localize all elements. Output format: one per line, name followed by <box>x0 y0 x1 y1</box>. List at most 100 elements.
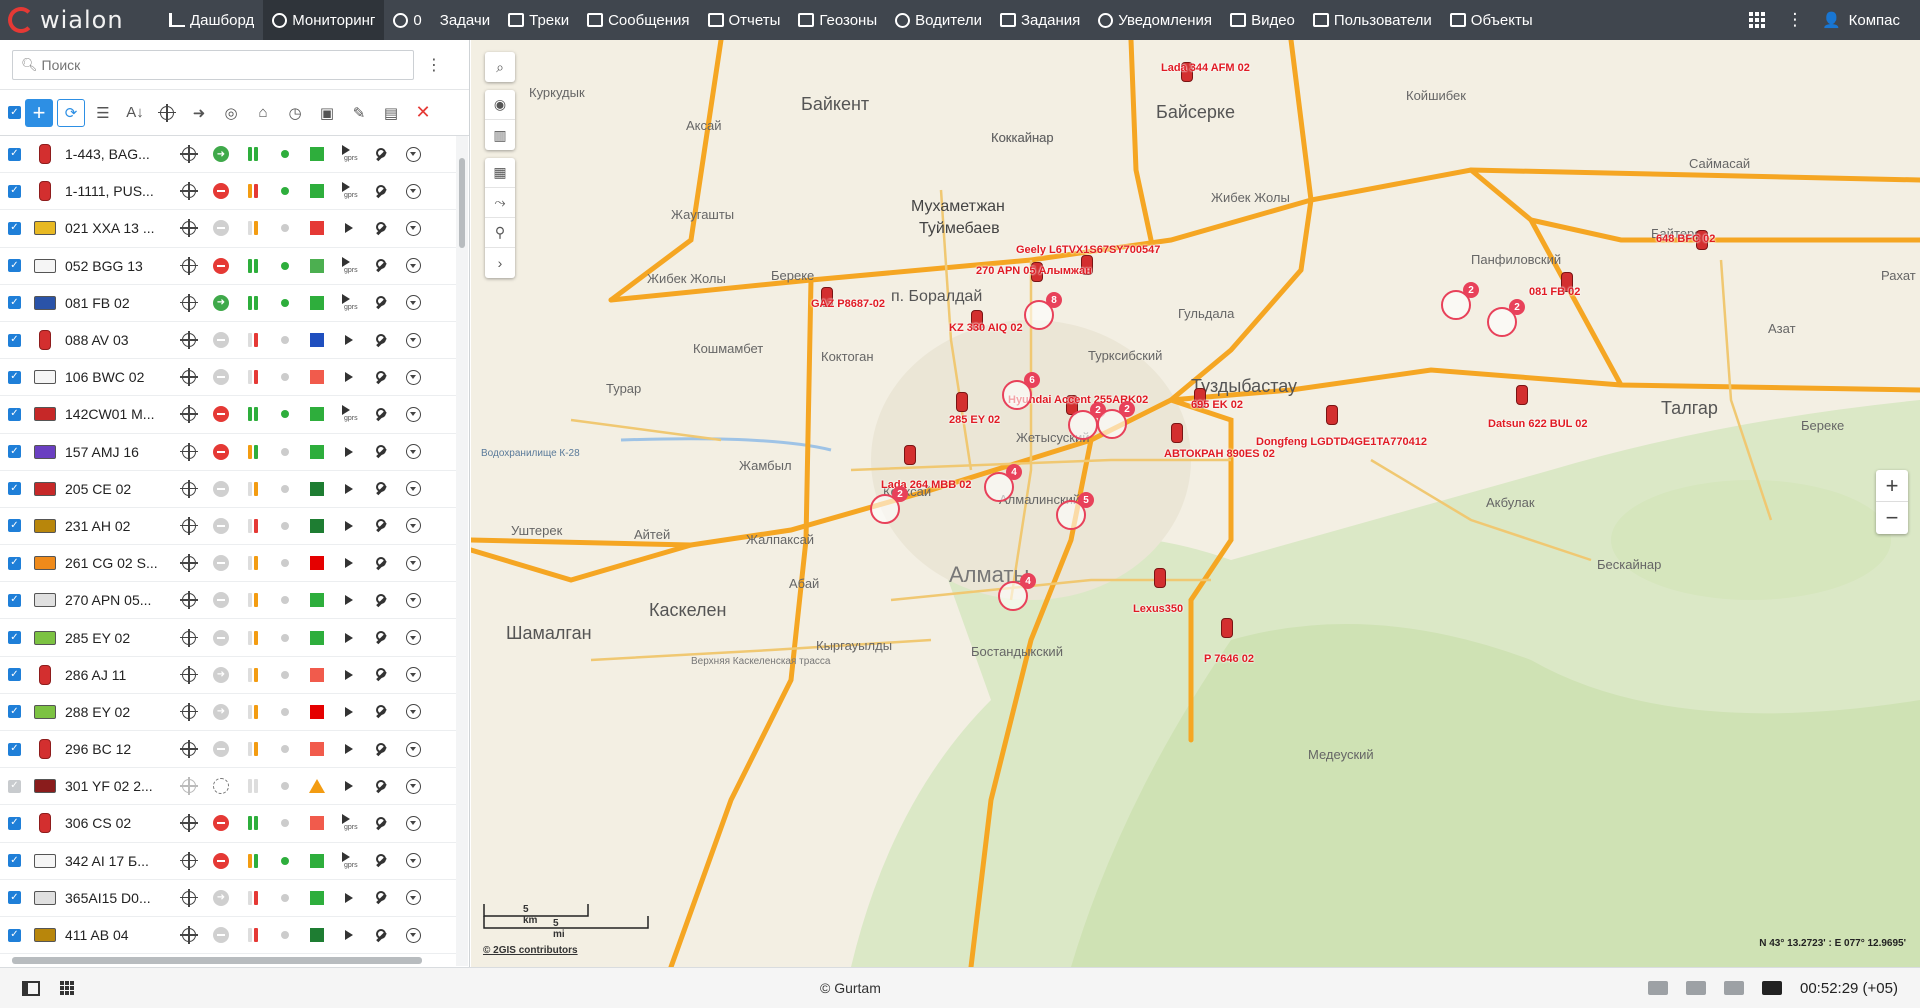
service-button[interactable] <box>365 292 397 314</box>
unit-row[interactable]: ✓ 106 BWC 02 <box>0 359 456 397</box>
locate-button[interactable] <box>173 887 205 909</box>
unit-name[interactable]: 052 BGG 13 <box>65 258 173 274</box>
unit-checkbox[interactable]: ✓ <box>8 631 21 645</box>
map-route-button[interactable]: ⤳ <box>485 188 515 218</box>
map-vehicle-label[interactable]: Datsun 622 BUL 02 <box>1488 418 1587 430</box>
send-command-button[interactable] <box>333 589 365 611</box>
unit-checkbox[interactable]: ✓ <box>8 705 21 719</box>
locate-button[interactable] <box>173 701 205 723</box>
unit-checkbox[interactable]: ✓ <box>8 816 21 830</box>
service-button[interactable] <box>365 329 397 351</box>
unit-checkbox[interactable]: ✓ <box>8 779 21 793</box>
map-vehicle-icon[interactable] <box>1326 405 1338 425</box>
nav-item-0[interactable]: Дашборд <box>160 0 263 40</box>
unit-row[interactable]: ✓ 286 AJ 11 ➜ <box>0 657 456 694</box>
unit-menu-button[interactable] <box>397 589 429 611</box>
service-button[interactable] <box>365 366 397 388</box>
unit-menu-button[interactable] <box>397 255 429 277</box>
service-button[interactable] <box>365 255 397 277</box>
unit-name[interactable]: 342 AI 17 Б... <box>65 853 173 869</box>
unit-checkbox[interactable]: ✓ <box>8 556 21 570</box>
send-command-button[interactable] <box>333 515 365 537</box>
unit-checkbox[interactable]: ✓ <box>8 593 21 607</box>
locate-button[interactable] <box>173 366 205 388</box>
map-vehicle-label[interactable]: 081 FB 02 <box>1529 286 1580 298</box>
unit-row[interactable]: ✓ 306 CS 02 gprs <box>0 805 456 843</box>
unit-name[interactable]: 157 AMJ 16 <box>65 444 173 460</box>
unit-menu-button[interactable] <box>397 143 429 165</box>
send-command-button[interactable] <box>333 217 365 239</box>
locate-button[interactable] <box>173 478 205 500</box>
map-vehicle-icon[interactable] <box>1154 568 1166 588</box>
unit-checkbox[interactable]: ✓ <box>8 407 21 421</box>
unit-checkbox[interactable]: ✓ <box>8 370 21 384</box>
unit-checkbox[interactable]: ✓ <box>8 221 21 235</box>
unit-name[interactable]: 021 XXA 13 ... <box>65 220 173 236</box>
scrollbar-thumb[interactable] <box>459 158 465 248</box>
unit-row[interactable]: ✓ 021 XXA 13 ... <box>0 210 456 248</box>
map-vehicle-label[interactable]: Lada 344 AFM 02 <box>1161 62 1250 74</box>
unit-row[interactable]: ✓ 052 BGG 13 gprs <box>0 248 456 285</box>
commands-column-button[interactable]: ✎ <box>345 99 373 127</box>
refresh-button[interactable]: ⟳ <box>57 98 85 127</box>
unit-menu-button[interactable] <box>397 701 429 723</box>
unit-checkbox[interactable]: ✓ <box>8 891 21 905</box>
mail-icon[interactable] <box>1686 981 1706 995</box>
map-vehicle-label[interactable]: Lexus350 <box>1133 603 1183 615</box>
layout-icon[interactable] <box>1762 981 1782 995</box>
user-menu[interactable]: 👤 Компас <box>1814 11 1920 30</box>
unit-row[interactable]: ✓ 142CW01 M... gprs <box>0 396 456 434</box>
nav-item-3[interactable]: Задачи <box>431 0 499 40</box>
unit-checkbox[interactable]: ✓ <box>8 147 21 161</box>
nav-item-11[interactable]: Видео <box>1221 0 1304 40</box>
send-command-button[interactable] <box>333 701 365 723</box>
unit-row[interactable]: ✓ 205 CE 02 <box>0 471 456 508</box>
sort-az-button[interactable]: A↓ <box>121 99 149 127</box>
map-points-button[interactable]: ⚲ <box>485 218 515 248</box>
unit-name[interactable]: 288 EY 02 <box>65 704 173 720</box>
unit-name[interactable]: 365AI15 D0... <box>65 890 173 906</box>
more-menu-button[interactable]: ⋮ <box>1776 0 1814 40</box>
map-vehicle-label[interactable]: GAZ P8687-02 <box>811 298 885 310</box>
unit-name[interactable]: 231 AH 02 <box>65 518 173 534</box>
service-button[interactable] <box>365 589 397 611</box>
unit-menu-button[interactable] <box>397 366 429 388</box>
map-vehicle-label[interactable]: 695 EK 02 <box>1191 399 1243 411</box>
send-command-button[interactable]: gprs <box>333 180 365 202</box>
service-button[interactable] <box>365 478 397 500</box>
unit-name[interactable]: 270 APN 05... <box>65 592 173 608</box>
locate-button[interactable] <box>173 292 205 314</box>
unit-menu-button[interactable] <box>397 217 429 239</box>
nav-item-5[interactable]: Сообщения <box>578 0 698 40</box>
unit-menu-button[interactable] <box>397 775 429 797</box>
service-button[interactable] <box>365 143 397 165</box>
map-vehicle-label[interactable]: 270 APN 05 Алымжан <box>976 265 1092 277</box>
unit-checkbox[interactable]: ✓ <box>8 259 21 273</box>
unit-row[interactable]: ✓ 261 CG 02 S... <box>0 545 456 583</box>
unit-name[interactable]: 261 CG 02 S... <box>65 555 173 571</box>
send-command-button[interactable]: gprs <box>333 255 365 277</box>
unit-row[interactable]: ✓ 342 AI 17 Б... gprs <box>0 843 456 880</box>
unit-row[interactable]: ✓ 270 APN 05... <box>0 582 456 620</box>
zoom-in-button[interactable]: + <box>1876 470 1908 502</box>
unit-row[interactable]: ✓ 365AI15 D0... ➜ <box>0 880 456 917</box>
locate-button[interactable] <box>173 850 205 872</box>
unit-menu-button[interactable] <box>397 738 429 760</box>
send-command-button[interactable] <box>333 775 365 797</box>
unit-menu-button[interactable] <box>397 403 429 425</box>
service-button[interactable] <box>365 701 397 723</box>
service-button[interactable] <box>365 403 397 425</box>
unit-checkbox[interactable]: ✓ <box>8 184 21 198</box>
unit-checkbox[interactable]: ✓ <box>8 296 21 310</box>
map-vehicle-label[interactable]: P 7646 02 <box>1204 653 1254 665</box>
unit-menu-button[interactable] <box>397 850 429 872</box>
service-button[interactable] <box>365 850 397 872</box>
unit-menu-button[interactable] <box>397 329 429 351</box>
unit-name[interactable]: 1-443, BAG... <box>65 146 173 162</box>
notes-column-button[interactable]: ▤ <box>377 99 405 127</box>
unit-menu-button[interactable] <box>397 812 429 834</box>
locate-button[interactable] <box>173 255 205 277</box>
locate-button[interactable] <box>173 329 205 351</box>
map-ruler-button[interactable]: ▦ <box>485 158 515 188</box>
locate-button[interactable] <box>173 403 205 425</box>
